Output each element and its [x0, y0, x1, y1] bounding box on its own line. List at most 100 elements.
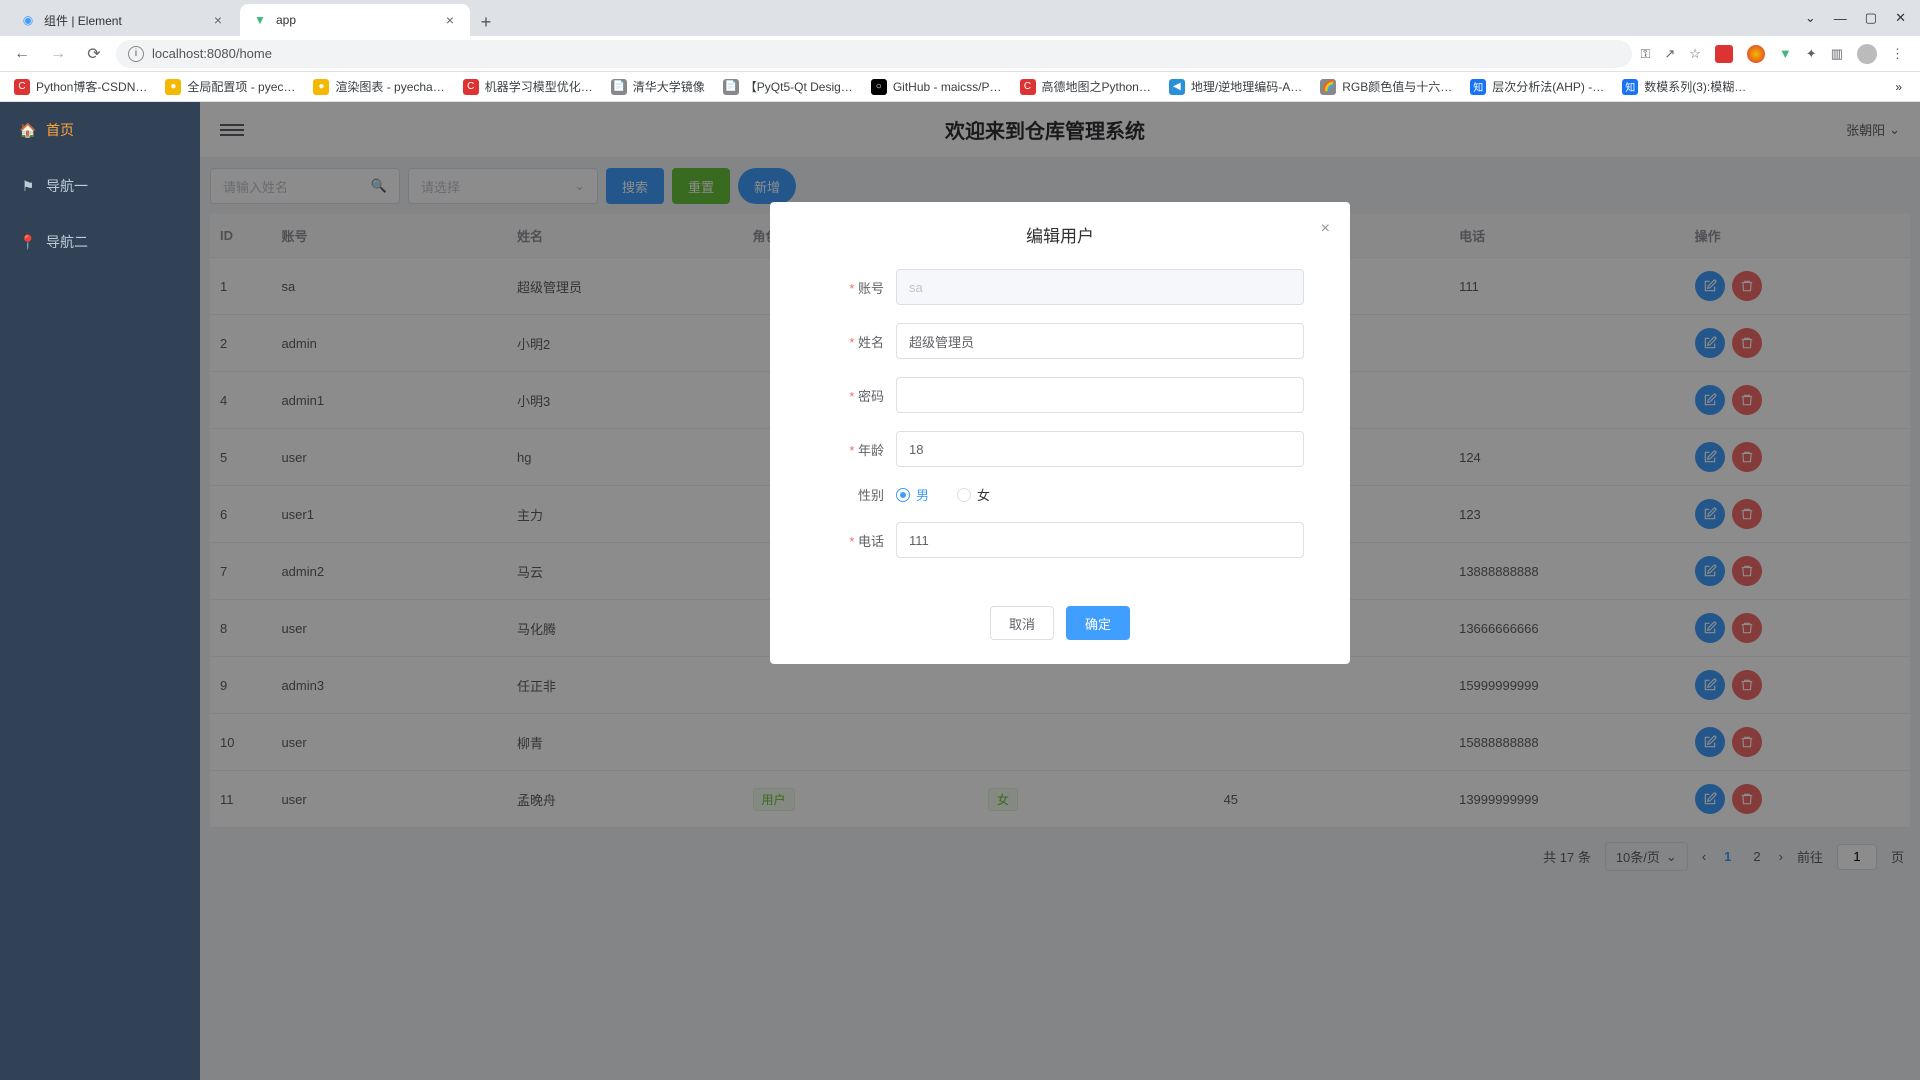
input-phone[interactable] [896, 522, 1304, 558]
bookmark-label: 地理/逆地理编码-A… [1191, 78, 1302, 95]
star-icon[interactable]: ☆ [1689, 46, 1701, 62]
tab-strip: ◉ 组件 | Element × ▼ app × + ⌄ — ▢ ✕ [0, 0, 1920, 36]
bookmark-label: 【PyQt5-Qt Desig… [745, 78, 853, 95]
bookmark-favicon: ◀ [1169, 79, 1185, 95]
cancel-button[interactable]: 取消 [990, 606, 1054, 640]
back-button[interactable]: ← [8, 40, 36, 68]
extensions-icon[interactable]: ✦ [1806, 46, 1817, 62]
radio-male[interactable]: 男 [896, 485, 929, 504]
bookmark-favicon: ● [165, 79, 181, 95]
bookmarks-bar: C Python博客-CSDN… ● 全局配置项 - pyec… ● 渲染图表 - pye… [0, 72, 1920, 102]
bookmark-label: 高德地图之Python… [1042, 78, 1151, 95]
browser-tab-0[interactable]: ◉ 组件 | Element × [8, 4, 238, 36]
bookmark-favicon: C [1020, 79, 1036, 95]
radio-label-male: 男 [916, 485, 929, 504]
bookmark-item[interactable]: 知数模系列(3):模糊… [1616, 78, 1752, 95]
more-icon[interactable]: ⋮ [1891, 46, 1904, 62]
sidebar-item-label: 首页 [46, 120, 74, 140]
radio-label-female: 女 [977, 485, 990, 504]
close-icon[interactable]: × [210, 12, 226, 28]
input-age[interactable] [896, 431, 1304, 467]
bookmark-item[interactable]: 知层次分析法(AHP) -… [1464, 78, 1610, 95]
main-area: 欢迎来到仓库管理系统 张朝阳 ⌄ 请输入姓名 🔍 请选择 ⌄ 搜索 重置 新增 … [200, 102, 1920, 1080]
minimize-icon[interactable]: — [1834, 11, 1847, 26]
bookmark-item[interactable]: C 机器学习模型优化… [457, 78, 599, 95]
favicon-vue: ▼ [252, 12, 268, 28]
radio-female[interactable]: 女 [957, 485, 990, 504]
radio-dot-icon [957, 488, 971, 502]
bookmark-label: 清华大学镜像 [633, 78, 705, 95]
sidebar-item-label: 导航二 [46, 232, 88, 252]
share-icon[interactable]: ↗ [1664, 46, 1675, 62]
radio-dot-icon [896, 488, 910, 502]
bookmark-favicon: 知 [1622, 79, 1638, 95]
bookmark-favicon: ○ [871, 79, 887, 95]
bookmark-favicon: C [14, 79, 30, 95]
bookmarks-overflow-icon[interactable]: » [1885, 80, 1912, 94]
bookmark-favicon: 📄 [723, 79, 739, 95]
sidebar-item-flag[interactable]: ⚑ 导航一 [0, 158, 200, 214]
extension-icon-vue[interactable]: ▼ [1779, 46, 1792, 61]
bookmark-item[interactable]: ◀ 地理/逆地理编码-A… [1163, 78, 1308, 95]
bookmark-item[interactable]: C 高德地图之Python… [1014, 78, 1157, 95]
label-account: 账号 [816, 278, 896, 297]
bookmark-item[interactable]: ● 全局配置项 - pyec… [159, 78, 301, 95]
extension-icon-1[interactable] [1715, 45, 1733, 63]
bookmark-item[interactable]: 📄 清华大学镜像 [605, 78, 711, 95]
close-window-icon[interactable]: ✕ [1895, 10, 1906, 26]
new-tab-button[interactable]: + [472, 8, 500, 36]
modal-overlay: 编辑用户 × 账号 姓名 密码 [200, 102, 1920, 1080]
bookmark-label: 层次分析法(AHP) -… [1492, 78, 1604, 95]
sidebar-item-label: 导航一 [46, 176, 88, 196]
url-input[interactable]: i localhost:8080/home [116, 40, 1632, 68]
label-age: 年龄 [816, 440, 896, 459]
bookmark-favicon: C [463, 79, 479, 95]
label-name: 姓名 [816, 332, 896, 351]
site-info-icon[interactable]: i [128, 46, 144, 62]
bookmark-label: 渲染图表 - pyecha… [335, 78, 444, 95]
input-password[interactable] [896, 377, 1304, 413]
sidebar: 🏠 首页 ⚑ 导航一 📍导航二 [0, 102, 200, 1080]
tab-title-1: app [276, 13, 296, 27]
bookmark-label: Python博客-CSDN… [36, 78, 147, 95]
bookmark-favicon: ● [313, 79, 329, 95]
favicon-element: ◉ [20, 12, 36, 28]
input-name[interactable] [896, 323, 1304, 359]
bookmark-item[interactable]: ● 渲染图表 - pyecha… [307, 78, 450, 95]
reading-list-icon[interactable]: ▥ [1831, 46, 1843, 62]
close-icon[interactable]: × [442, 12, 458, 28]
bookmark-item[interactable]: ○ GitHub - maicss/P… [865, 79, 1008, 95]
address-bar: ← → ⟳ i localhost:8080/home ⚿ ↗ ☆ ▼ ✦ ▥ … [0, 36, 1920, 72]
flag-icon: ⚑ [20, 178, 36, 194]
input-account [896, 269, 1304, 305]
confirm-button[interactable]: 确定 [1066, 606, 1130, 640]
reload-button[interactable]: ⟳ [80, 40, 108, 68]
bookmark-label: 全局配置项 - pyec… [187, 78, 295, 95]
label-phone: 电话 [816, 531, 896, 550]
label-password: 密码 [816, 386, 896, 405]
forward-button[interactable]: → [44, 40, 72, 68]
bookmark-item[interactable]: 🌈 RGB颜色值与十六… [1314, 78, 1458, 95]
profile-icon[interactable] [1857, 44, 1877, 64]
extension-icon-2[interactable] [1747, 45, 1765, 63]
bookmark-item[interactable]: C Python博客-CSDN… [8, 78, 153, 95]
home-icon: 🏠 [20, 122, 36, 138]
dialog-title: 编辑用户 [1026, 227, 1094, 246]
bookmark-item[interactable]: 📄 【PyQt5-Qt Desig… [717, 78, 859, 95]
bookmark-label: 机器学习模型优化… [485, 78, 593, 95]
edit-user-dialog: 编辑用户 × 账号 姓名 密码 [770, 202, 1350, 664]
bookmark-favicon: 📄 [611, 79, 627, 95]
sidebar-item-home[interactable]: 🏠 首页 [0, 102, 200, 158]
close-icon[interactable]: × [1321, 220, 1330, 238]
browser-tab-1[interactable]: ▼ app × [240, 4, 470, 36]
bookmark-label: 数模系列(3):模糊… [1644, 78, 1746, 95]
chevron-down-icon[interactable]: ⌄ [1805, 10, 1816, 26]
key-icon[interactable]: ⚿ [1640, 46, 1650, 62]
maximize-icon[interactable]: ▢ [1865, 10, 1877, 26]
tab-title-0: 组件 | Element [44, 12, 122, 29]
bookmark-label: RGB颜色值与十六… [1342, 78, 1452, 95]
label-sex: 性别 [816, 485, 896, 504]
bookmark-label: GitHub - maicss/P… [893, 80, 1002, 94]
sidebar-item-pin[interactable]: 📍导航二 [0, 214, 200, 270]
bookmark-favicon: 🌈 [1320, 79, 1336, 95]
